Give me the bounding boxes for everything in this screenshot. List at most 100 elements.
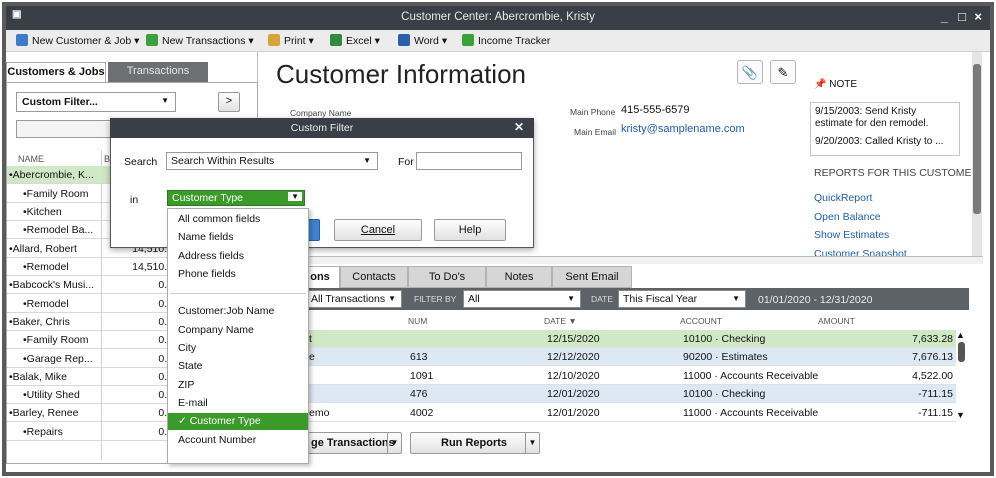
transaction-row[interactable]: emo 4002 12/01/2020 11000 · Accounts Receiv… xyxy=(259,404,957,422)
chevron-down-icon[interactable]: ▼ xyxy=(525,433,539,453)
tab-contacts[interactable]: Contacts xyxy=(340,266,408,288)
dialog-titlebar: Custom Filter ✕ xyxy=(110,118,534,138)
dropdown-option[interactable]: Address fields xyxy=(178,250,244,262)
transaction-row[interactable]: t 12/15/2020 10100 · Checking 7,633.28 xyxy=(259,330,957,348)
customer-balance: 0.0 xyxy=(158,334,173,346)
dropdown-option[interactable]: City xyxy=(178,342,196,354)
dropdown-option[interactable]: E-mail xyxy=(178,397,208,409)
tx-type: emo xyxy=(309,407,330,419)
dialog-close-icon[interactable]: ✕ xyxy=(514,120,524,134)
search-mode-select[interactable]: Search Within Results ▼ xyxy=(166,152,378,170)
tab-sent-email[interactable]: Sent Email xyxy=(552,266,632,288)
minimize-button[interactable]: _ xyxy=(941,9,948,24)
tab-customers-jobs[interactable]: Customers & Jobs xyxy=(6,62,106,82)
splitter[interactable] xyxy=(259,256,983,264)
note-header: 📌 NOTE xyxy=(814,79,858,90)
chevron-down-icon: ▼ xyxy=(388,294,396,303)
dropdown-option[interactable]: Customer:Job Name xyxy=(178,305,274,317)
info-scrollbar[interactable] xyxy=(972,52,982,256)
report-link-show-estimates[interactable]: Show Estimates xyxy=(814,229,889,241)
for-input[interactable] xyxy=(416,152,522,170)
dropdown-option[interactable]: ZIP xyxy=(178,379,194,391)
dropdown-divider xyxy=(170,293,306,294)
table-scrollbar[interactable]: ▲ ▼ xyxy=(956,330,968,422)
report-link-customer-snapshot[interactable]: Customer Snapshot xyxy=(814,248,907,256)
new-transactions-button[interactable]: New Transactions ▾ xyxy=(146,34,254,47)
scroll-down-icon[interactable]: ▼ xyxy=(956,410,965,420)
window-title: Customer Center: Abercrombie, Kristy xyxy=(401,11,595,23)
manage-transactions-button[interactable]: ge Transactions ▼ xyxy=(306,432,402,454)
chevron-down-icon[interactable]: ▼ xyxy=(387,433,401,453)
window-titlebar: ▣ Customer Center: Abercrombie, Kristy _… xyxy=(6,6,990,30)
printer-icon xyxy=(268,34,280,46)
transaction-row[interactable]: 476 12/01/2020 10100 · Checking -711.15 xyxy=(259,385,957,403)
main-email-link[interactable]: kristy@samplename.com xyxy=(621,123,745,135)
col-account-header[interactable]: ACCOUNT xyxy=(680,316,722,326)
print-button[interactable]: Print ▾ xyxy=(268,34,314,47)
dropdown-option[interactable]: Name fields xyxy=(178,231,233,243)
col-name-header[interactable]: NAME xyxy=(18,154,44,164)
report-link-quickreport[interactable]: QuickReport xyxy=(814,192,872,204)
cancel-button[interactable]: Cancel xyxy=(334,219,422,241)
for-label: For xyxy=(398,156,414,168)
filter-by-select[interactable]: All ▼ xyxy=(463,290,581,308)
customer-balance: 0.0 xyxy=(158,279,173,291)
customer-name: •Remodel xyxy=(23,298,69,310)
customer-balance: 14,510.0 xyxy=(132,261,173,273)
col-amount-header[interactable]: AMOUNT xyxy=(818,316,855,326)
main-email-label: Main Email xyxy=(574,127,617,137)
customer-balance: 0.0 xyxy=(158,407,173,419)
tab-notes[interactable]: Notes xyxy=(486,266,552,288)
expand-button[interactable]: > xyxy=(218,92,240,112)
new-customer-job-button[interactable]: New Customer & Job ▾ xyxy=(16,34,139,47)
customer-balance: 0.0 xyxy=(158,389,173,401)
word-button[interactable]: Word ▾ xyxy=(398,34,447,47)
tx-num: 4002 xyxy=(410,407,434,419)
scroll-thumb[interactable] xyxy=(973,64,981,214)
customer-balance: 0.0 xyxy=(158,426,173,438)
dropdown-option[interactable]: Account Number xyxy=(178,434,256,446)
tab-todos[interactable]: To Do's xyxy=(408,266,486,288)
note-box[interactable]: 9/15/2003: Send Kristy estimate for den … xyxy=(810,102,960,156)
dropdown-option[interactable]: All common fields xyxy=(178,213,260,225)
report-link-open-balance[interactable]: Open Balance xyxy=(814,211,881,223)
tx-amount: 7,676.13 xyxy=(912,351,953,363)
col-num-header[interactable]: NUM xyxy=(408,316,427,326)
maximize-button[interactable]: □ xyxy=(958,9,966,24)
transaction-row[interactable]: 1091 12/10/2020 11000 · Accounts Receivabl… xyxy=(259,367,957,385)
customer-name: •Remodel Ba... xyxy=(23,224,94,236)
show-select[interactable]: All Transactions ▼ xyxy=(306,290,402,308)
page-title: Customer Information xyxy=(276,59,526,89)
scroll-up-icon[interactable]: ▲ xyxy=(956,330,965,340)
main-phone-label: Main Phone xyxy=(570,107,616,117)
dropdown-option[interactable]: ✓ Customer Type xyxy=(168,413,308,430)
tx-account: 90200 · Estimates xyxy=(683,351,768,363)
date-label: DATE xyxy=(591,294,614,304)
tab-transactions[interactable]: Transactions xyxy=(108,62,208,82)
help-button[interactable]: Help xyxy=(434,219,506,241)
income-tracker-button[interactable]: Income Tracker xyxy=(462,34,550,47)
scroll-thumb[interactable] xyxy=(958,342,965,362)
dropdown-option[interactable]: Company Name xyxy=(178,324,254,336)
run-reports-button[interactable]: Run Reports ▼ xyxy=(410,432,540,454)
excel-button[interactable]: Excel ▾ xyxy=(330,34,380,47)
paperclip-icon[interactable]: 📎 xyxy=(737,60,763,84)
chevron-down-icon: ▼ xyxy=(288,192,302,201)
field-select[interactable]: Customer Type ▼ xyxy=(167,190,305,206)
col-date-header[interactable]: DATE ▼ xyxy=(544,316,577,326)
dropdown-option[interactable]: Phone fields xyxy=(178,268,236,280)
close-button[interactable]: × xyxy=(974,9,982,24)
date-select[interactable]: This Fiscal Year ▼ xyxy=(618,290,746,308)
tx-type: t xyxy=(309,333,312,345)
chevron-down-icon: ▼ xyxy=(363,156,371,165)
edit-pencil-icon[interactable]: ✎ xyxy=(770,60,796,84)
customer-name: •Baker, Chris xyxy=(9,316,70,328)
note-line-2: 9/20/2003: Called Kristy to ... xyxy=(815,136,944,147)
view-filter-select[interactable]: Custom Filter... ▼ xyxy=(16,92,176,112)
customer-name: •Utility Shed xyxy=(23,389,80,401)
dropdown-option[interactable]: State xyxy=(178,360,203,372)
customer-balance: 0.0 xyxy=(158,298,173,310)
toolbar: New Customer & Job ▾ New Transactions ▾ … xyxy=(6,30,990,52)
transaction-row[interactable]: e 613 12/12/2020 90200 · Estimates 7,676.13 xyxy=(259,348,957,366)
customer-name: •Kitchen xyxy=(23,206,62,218)
